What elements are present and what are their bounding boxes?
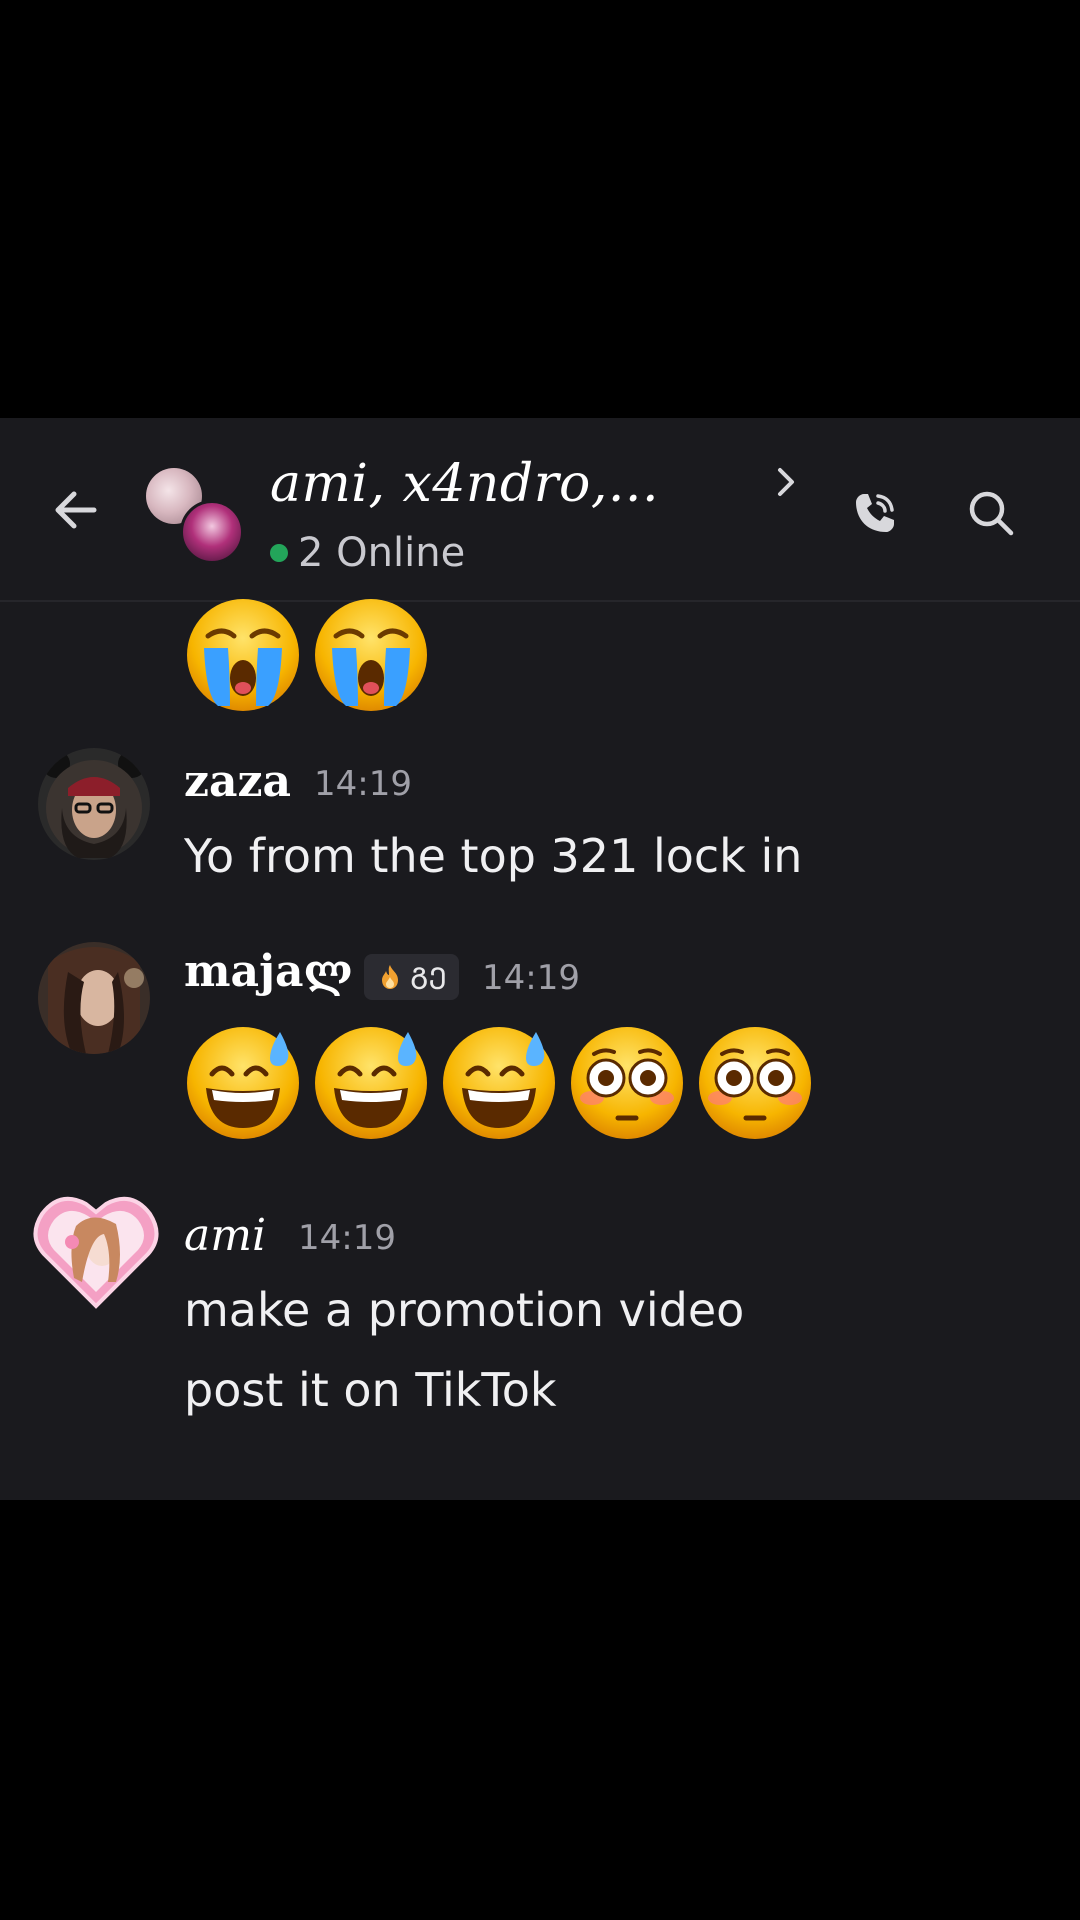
- online-dot: [270, 544, 288, 562]
- avatar[interactable]: [38, 942, 150, 1054]
- member-avatar: [180, 500, 244, 564]
- chat-header: ami, x4ndro,... 2 Online: [0, 418, 1080, 602]
- message-text: Yo from the top 321 lock in: [184, 829, 803, 883]
- grinning-face-with-sweat-icon: [440, 1024, 558, 1142]
- search-button[interactable]: [966, 488, 1016, 538]
- call-button[interactable]: [850, 488, 900, 538]
- search-icon: [969, 491, 1014, 536]
- message-text-line: make a promotion video: [184, 1283, 745, 1337]
- timestamp: 14:19: [298, 1218, 396, 1258]
- grinning-face-with-sweat-icon: [184, 1024, 302, 1142]
- loudly-crying-face-icon: [312, 596, 430, 714]
- grinning-face-with-sweat-icon: [312, 1024, 430, 1142]
- message-text-line: post it on TikTok: [184, 1363, 557, 1417]
- chevron-right-icon[interactable]: [772, 462, 802, 502]
- avatar[interactable]: [38, 748, 150, 860]
- message-emoji-row: [184, 1024, 814, 1142]
- loudly-crying-face-icon: [184, 596, 302, 714]
- online-status-text: 2 Online: [298, 530, 466, 576]
- online-status: 2 Online: [270, 530, 465, 576]
- timestamp: 14:19: [314, 764, 412, 804]
- username[interactable]: ami: [184, 1210, 266, 1261]
- guild-tag[interactable]: ᲒᲔ: [364, 954, 460, 1000]
- fire-icon: [382, 965, 398, 989]
- flushed-face-icon: [696, 1024, 814, 1142]
- phone-icon: [856, 494, 894, 532]
- message-emoji-row: [184, 596, 430, 714]
- timestamp: 14:19: [482, 958, 580, 998]
- channel-title[interactable]: ami, x4ndro,...: [270, 454, 659, 514]
- back-button[interactable]: [48, 482, 104, 538]
- username[interactable]: majaლ: [184, 946, 353, 997]
- avatar[interactable]: [33, 1186, 159, 1309]
- arrow-left-icon: [55, 491, 97, 529]
- username[interactable]: zaza: [184, 756, 291, 807]
- guild-tag-text: ᲒᲔ: [410, 961, 448, 997]
- chat-screen: ami, x4ndro,... 2 Online zaza 14:19 Yo f…: [0, 418, 1080, 1500]
- flushed-face-icon: [568, 1024, 686, 1142]
- group-avatar[interactable]: [146, 468, 244, 564]
